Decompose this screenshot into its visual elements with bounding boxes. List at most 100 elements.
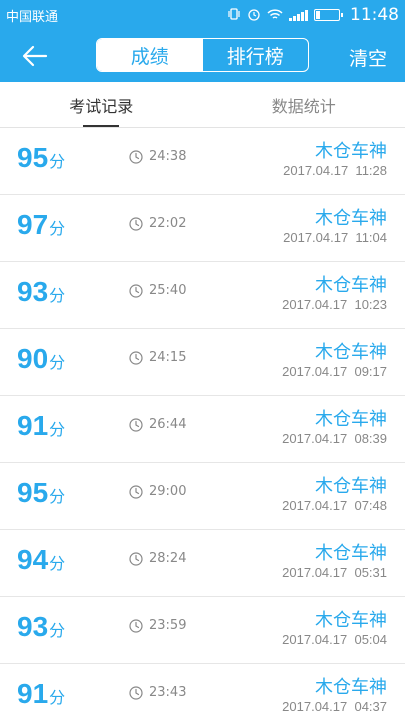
- clock-icon: [129, 350, 143, 365]
- tab-scores[interactable]: 成绩: [97, 39, 203, 71]
- user-name: 木仓车神: [315, 543, 387, 564]
- user-name: 木仓车神: [315, 409, 387, 430]
- score: 93 分: [17, 611, 65, 643]
- score-value: 93: [17, 611, 49, 642]
- score-unit: 分: [49, 487, 66, 506]
- clock-icon: [129, 149, 143, 164]
- status-bar: 中国联通 11:48: [0, 0, 405, 30]
- score: 95 分: [17, 142, 65, 174]
- clock-icon: [129, 216, 143, 231]
- status-time: 11:48: [350, 5, 399, 25]
- score-unit: 分: [49, 554, 66, 573]
- tab-exam-records-label: 考试记录: [69, 96, 134, 116]
- alarm-icon: [247, 7, 261, 23]
- duration: 26:44: [129, 417, 186, 432]
- record-datetime: 2017.04.17 10:23: [282, 297, 387, 312]
- duration-value: 23:43: [149, 685, 187, 700]
- duration-value: 25:40: [149, 283, 187, 298]
- score-value: 91: [17, 410, 49, 441]
- battery-icon: [314, 9, 343, 21]
- score-value: 94: [17, 544, 49, 575]
- active-tab-indicator: [83, 125, 120, 127]
- vibrate-icon: [227, 7, 241, 23]
- score-value: 95: [17, 477, 49, 508]
- duration: 22:02: [129, 216, 186, 231]
- score-unit: 分: [49, 353, 66, 372]
- duration-value: 29:00: [149, 484, 187, 499]
- score-value: 95: [17, 142, 49, 173]
- record-row[interactable]: 90 分 24:15 木仓车神 2017.04.17 09:17: [0, 329, 405, 396]
- user-name: 木仓车神: [315, 141, 387, 162]
- tab-leaderboard[interactable]: 排行榜: [203, 39, 309, 71]
- record-row[interactable]: 94 分 28:24 木仓车神 2017.04.17 05:31: [0, 530, 405, 597]
- user-name: 木仓车神: [315, 342, 387, 363]
- record-datetime: 2017.04.17 07:48: [282, 498, 387, 513]
- score-value: 90: [17, 343, 49, 374]
- arrow-left-icon: [22, 45, 48, 67]
- score: 97 分: [17, 209, 65, 241]
- clock-icon: [129, 417, 143, 432]
- records-list: 95 分 24:38 木仓车神 2017.04.17 11:28 97 分 22…: [0, 128, 405, 720]
- duration: 24:15: [129, 350, 186, 365]
- record-row[interactable]: 95 分 29:00 木仓车神 2017.04.17 07:48: [0, 463, 405, 530]
- record-row[interactable]: 97 分 22:02 木仓车神 2017.04.17 11:04: [0, 195, 405, 262]
- tab-exam-records[interactable]: 考试记录: [0, 82, 203, 127]
- status-icons: 11:48: [227, 5, 399, 25]
- record-datetime: 2017.04.17 08:39: [282, 431, 387, 446]
- score-value: 93: [17, 276, 49, 307]
- clock-icon: [129, 484, 143, 499]
- signal-icon: [289, 9, 308, 21]
- score: 95 分: [17, 477, 65, 509]
- sub-tabs: 考试记录 数据统计: [0, 82, 405, 128]
- wifi-icon: [267, 8, 283, 23]
- record-row[interactable]: 93 分 25:40 木仓车神 2017.04.17 10:23: [0, 262, 405, 329]
- duration-value: 28:24: [149, 551, 187, 566]
- score-unit: 分: [49, 286, 66, 305]
- duration: 29:00: [129, 484, 186, 499]
- clear-button[interactable]: 清空: [349, 44, 387, 71]
- record-datetime: 2017.04.17 11:28: [283, 163, 387, 178]
- record-row[interactable]: 91 分 26:44 木仓车神 2017.04.17 08:39: [0, 396, 405, 463]
- clock-icon: [129, 283, 143, 298]
- record-datetime: 2017.04.17 04:37: [282, 699, 387, 714]
- score-unit: 分: [49, 621, 66, 640]
- score: 90 分: [17, 343, 65, 375]
- score-unit: 分: [49, 152, 66, 171]
- record-row[interactable]: 91 分 23:43 木仓车神 2017.04.17 04:37: [0, 664, 405, 720]
- duration: 24:38: [129, 149, 186, 164]
- duration: 28:24: [129, 551, 186, 566]
- record-row[interactable]: 95 分 24:38 木仓车神 2017.04.17 11:28: [0, 128, 405, 195]
- user-name: 木仓车神: [315, 208, 387, 229]
- user-name: 木仓车神: [315, 275, 387, 296]
- duration: 23:43: [129, 685, 186, 700]
- segmented-control: 成绩 排行榜: [96, 38, 309, 72]
- score: 91 分: [17, 678, 65, 710]
- user-name: 木仓车神: [315, 677, 387, 698]
- carrier-label: 中国联通: [6, 9, 59, 25]
- duration-value: 26:44: [149, 417, 187, 432]
- record-row[interactable]: 93 分 23:59 木仓车神 2017.04.17 05:04: [0, 597, 405, 664]
- tab-statistics-label: 数据统计: [271, 96, 336, 116]
- record-datetime: 2017.04.17 05:04: [282, 632, 387, 647]
- score-unit: 分: [49, 219, 66, 238]
- duration: 25:40: [129, 283, 186, 298]
- clock-icon: [129, 618, 143, 633]
- score-unit: 分: [49, 420, 66, 439]
- score-value: 91: [17, 678, 49, 709]
- duration-value: 23:59: [149, 618, 187, 633]
- duration-value: 24:38: [149, 149, 187, 164]
- user-name: 木仓车神: [315, 610, 387, 631]
- score-unit: 分: [49, 688, 66, 707]
- clock-icon: [129, 551, 143, 566]
- back-button[interactable]: [20, 41, 50, 71]
- duration: 23:59: [129, 618, 186, 633]
- app-bar: 成绩 排行榜 清空: [0, 30, 405, 82]
- tab-statistics[interactable]: 数据统计: [203, 82, 405, 127]
- clock-icon: [129, 685, 143, 700]
- score-value: 97: [17, 209, 49, 240]
- duration-value: 24:15: [149, 350, 187, 365]
- duration-value: 22:02: [149, 216, 187, 231]
- record-datetime: 2017.04.17 09:17: [282, 364, 387, 379]
- user-name: 木仓车神: [315, 476, 387, 497]
- score: 94 分: [17, 544, 65, 576]
